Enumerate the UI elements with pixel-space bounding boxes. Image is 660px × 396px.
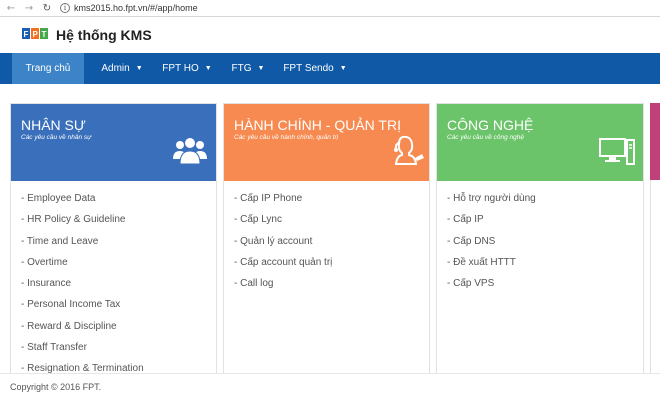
reload-icon[interactable]: ↻ bbox=[40, 1, 54, 15]
card-title: CÔNG NGHỆ bbox=[447, 117, 534, 133]
card-subtitle: Các yêu cầu về công nghệ bbox=[447, 134, 524, 141]
svg-text:P: P bbox=[33, 30, 39, 39]
nav-item-label: FTG bbox=[231, 63, 252, 74]
card-title: HÀNH CHÍNH - QUẢN TRỊ bbox=[234, 117, 401, 133]
info-icon[interactable]: i bbox=[60, 3, 70, 13]
card-header[interactable]: NHÂN SỰ Các yêu cầu về nhân sự bbox=[11, 104, 216, 181]
main-navbar: Trang chủ Admin ▼ FPT HO ▼ FTG ▼ FPT Sen… bbox=[0, 53, 660, 84]
fpt-logo-icon: F P T bbox=[22, 28, 48, 39]
url-field[interactable]: kms2015.ho.fpt.vn/#/app/home bbox=[74, 3, 198, 13]
card-edge-partial bbox=[650, 103, 660, 180]
card-body-partial bbox=[650, 180, 660, 383]
card-nhan-su: NHÂN SỰ Các yêu cầu về nhân sự - Employe… bbox=[10, 103, 217, 383]
page: ← → ↻ i kms2015.ho.fpt.vn/#/app/home F P… bbox=[0, 0, 660, 396]
chevron-down-icon: ▼ bbox=[257, 65, 265, 72]
list-item[interactable]: - Cấp VPS bbox=[447, 278, 536, 299]
nav-item-label: FPT Sendo bbox=[283, 63, 334, 74]
list-item[interactable]: - Staff Transfer bbox=[21, 342, 144, 363]
list-item[interactable]: - Hỗ trợ người dùng bbox=[447, 193, 536, 214]
browser-address-bar: ← → ↻ i kms2015.ho.fpt.vn/#/app/home bbox=[0, 0, 660, 17]
chevron-down-icon: ▼ bbox=[339, 65, 347, 72]
nav-item-label: FPT HO bbox=[162, 63, 199, 74]
svg-text:F: F bbox=[24, 30, 29, 39]
list-item[interactable]: - Quản lý account bbox=[234, 236, 332, 257]
app-title: Hệ thống KMS bbox=[56, 27, 152, 43]
list-item[interactable]: - Overtime bbox=[21, 257, 144, 278]
receptionist-icon bbox=[394, 135, 424, 165]
nav-item-fpt-ho[interactable]: FPT HO ▼ bbox=[158, 53, 216, 84]
nav-item-label: Admin bbox=[101, 63, 130, 74]
list-item[interactable]: - Cấp DNS bbox=[447, 236, 536, 257]
back-arrow-icon[interactable]: ← bbox=[4, 1, 18, 15]
footer: Copyright © 2016 FPT. bbox=[0, 373, 660, 396]
card-item-list: - Employee Data - HR Policy & Guideline … bbox=[21, 193, 144, 385]
card-subtitle: Các yêu cầu về hành chính, quản trị bbox=[234, 134, 339, 141]
card-title: NHÂN SỰ bbox=[21, 117, 86, 133]
list-item[interactable]: - Time and Leave bbox=[21, 236, 144, 257]
forward-arrow-icon[interactable]: → bbox=[22, 1, 36, 15]
card-subtitle: Các yêu cầu về nhân sự bbox=[21, 134, 92, 141]
list-item[interactable]: - Call log bbox=[234, 278, 332, 299]
people-icon bbox=[173, 137, 207, 165]
nav-item-trang-chu[interactable]: Trang chủ bbox=[12, 53, 84, 84]
card-header[interactable]: HÀNH CHÍNH - QUẢN TRỊ Các yêu cầu về hàn… bbox=[224, 104, 429, 181]
chevron-down-icon: ▼ bbox=[204, 65, 212, 72]
list-item[interactable]: - Insurance bbox=[21, 278, 144, 299]
nav-item-label: Trang chủ bbox=[25, 63, 71, 74]
list-item[interactable]: - Cấp account quản trị bbox=[234, 257, 332, 278]
copyright-text: Copyright © 2016 FPT. bbox=[10, 382, 102, 392]
app-header: F P T Hệ thống KMS bbox=[0, 17, 660, 53]
computer-icon bbox=[599, 138, 635, 165]
chevron-down-icon: ▼ bbox=[135, 65, 143, 72]
nav-item-ftg[interactable]: FTG ▼ bbox=[225, 53, 271, 84]
list-item[interactable]: - Cấp IP bbox=[447, 214, 536, 235]
list-item[interactable]: - HR Policy & Guideline bbox=[21, 214, 144, 235]
card-cong-nghe: CÔNG NGHỆ Các yêu cầu về công nghệ - Hỗ … bbox=[436, 103, 644, 383]
fpt-logo[interactable]: F P T bbox=[22, 26, 50, 44]
list-item[interactable]: - Đề xuất HTTT bbox=[447, 257, 536, 278]
list-item[interactable]: - Cấp Lync bbox=[234, 214, 332, 235]
list-item[interactable]: - Employee Data bbox=[21, 193, 144, 214]
nav-item-admin[interactable]: Admin ▼ bbox=[92, 53, 152, 84]
card-item-list: - Hỗ trợ người dùng - Cấp IP - Cấp DNS -… bbox=[447, 193, 536, 299]
svg-text:T: T bbox=[42, 30, 47, 39]
list-item[interactable]: - Personal Income Tax bbox=[21, 299, 144, 320]
card-header[interactable]: CÔNG NGHỆ Các yêu cầu về công nghệ bbox=[437, 104, 643, 181]
card-item-list: - Cấp IP Phone - Cấp Lync - Quản lý acco… bbox=[234, 193, 332, 299]
list-item[interactable]: - Cấp IP Phone bbox=[234, 193, 332, 214]
list-item[interactable]: - Reward & Discipline bbox=[21, 321, 144, 342]
nav-item-fpt-sendo[interactable]: FPT Sendo ▼ bbox=[280, 53, 350, 84]
card-hanh-chinh-quan-tri: HÀNH CHÍNH - QUẢN TRỊ Các yêu cầu về hàn… bbox=[223, 103, 430, 383]
